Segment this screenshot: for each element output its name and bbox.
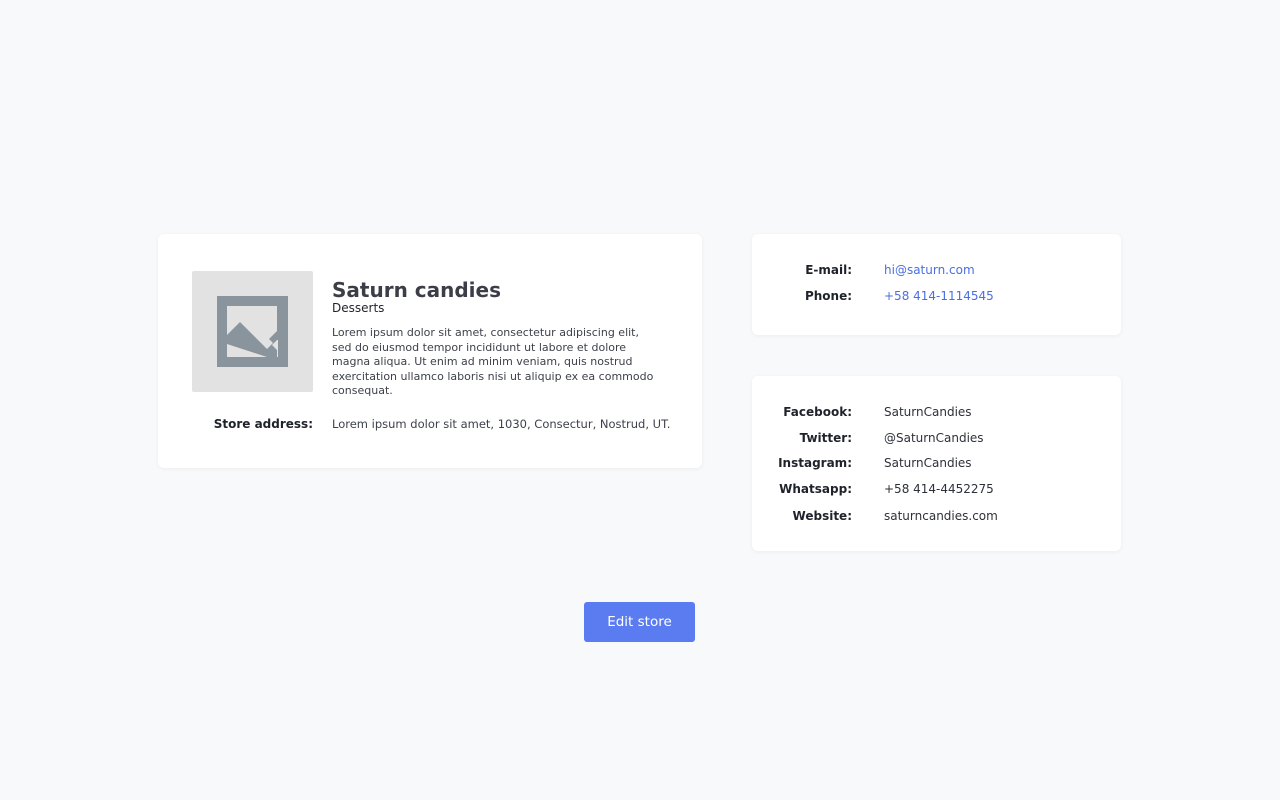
whatsapp-value: +58 414-4452275 bbox=[884, 482, 994, 496]
facebook-label: Facebook: bbox=[783, 405, 852, 419]
contact-card: E-mail: hi@saturn.com Phone: +58 414-111… bbox=[752, 234, 1121, 335]
store-info-card: Saturn candies Desserts Lorem ipsum dolo… bbox=[158, 234, 702, 468]
edit-store-button[interactable]: Edit store bbox=[584, 602, 695, 642]
phone-link[interactable]: +58 414-1114545 bbox=[884, 289, 994, 303]
email-label: E-mail: bbox=[805, 263, 852, 277]
store-address-label: Store address: bbox=[213, 417, 313, 431]
twitter-label: Twitter: bbox=[799, 431, 852, 445]
instagram-value: SaturnCandies bbox=[884, 456, 972, 470]
instagram-label: Instagram: bbox=[778, 456, 852, 470]
store-description: Lorem ipsum dolor sit amet, consectetur … bbox=[332, 326, 654, 397]
social-card: Facebook: SaturnCandies Twitter: @Saturn… bbox=[752, 376, 1121, 551]
store-image-placeholder bbox=[192, 271, 313, 392]
facebook-value: SaturnCandies bbox=[884, 405, 972, 419]
whatsapp-label: Whatsapp: bbox=[779, 482, 852, 496]
store-address-value: Lorem ipsum dolor sit amet, 1030, Consec… bbox=[332, 417, 671, 431]
store-name: Saturn candies bbox=[332, 278, 501, 302]
website-label: Website: bbox=[792, 509, 852, 523]
phone-label: Phone: bbox=[804, 289, 852, 303]
twitter-value: @SaturnCandies bbox=[884, 431, 984, 445]
store-category: Desserts bbox=[332, 301, 385, 315]
email-link[interactable]: hi@saturn.com bbox=[884, 263, 975, 277]
website-value: saturncandies.com bbox=[884, 509, 998, 523]
image-placeholder-icon bbox=[217, 296, 288, 367]
